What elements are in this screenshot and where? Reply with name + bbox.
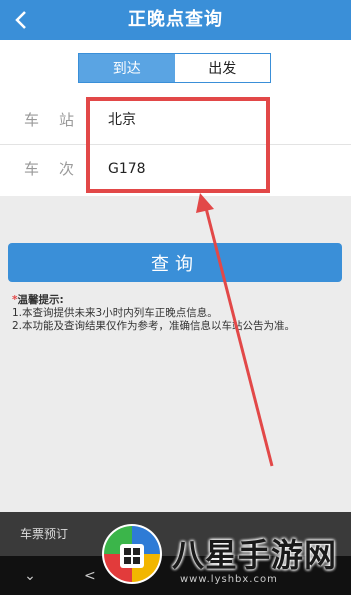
page-title: 正晚点查询 [128, 9, 223, 30]
tips-line-2: 2.本功能及查询结果仅作为参考，准确信息以车站公告为准。 [12, 320, 296, 332]
tab-depart[interactable]: 出发 [174, 54, 270, 82]
arrive-depart-toggle: 到达 出发 [78, 53, 271, 83]
query-button[interactable]: 查询 [8, 243, 342, 282]
watermark-text: 八星手游网 [172, 536, 338, 574]
tips-line-1: 1.本查询提供未来3小时内列车正晚点信息。 [12, 307, 218, 319]
watermark-url: www.lyshbx.com [180, 574, 278, 585]
train-label: 车次 [24, 160, 95, 178]
top-bar: 正晚点查询 [0, 0, 351, 40]
tips-section: *温馨提示: 1.本查询提供未来3小时内列车正晚点信息。 2.本功能及查询结果仅… [12, 294, 342, 333]
watermark-logo [102, 524, 162, 584]
chevron-down-icon[interactable]: ⌄ [18, 564, 42, 588]
tab-ticket-booking[interactable]: 车票预订 [20, 512, 68, 556]
station-label: 车站 [24, 111, 95, 129]
tips-heading: *温馨提示: [12, 294, 64, 306]
tab-arrive[interactable]: 到达 [79, 54, 175, 82]
segment-area: 到达 出发 [0, 40, 351, 96]
annotation-highlight-box [86, 97, 270, 193]
